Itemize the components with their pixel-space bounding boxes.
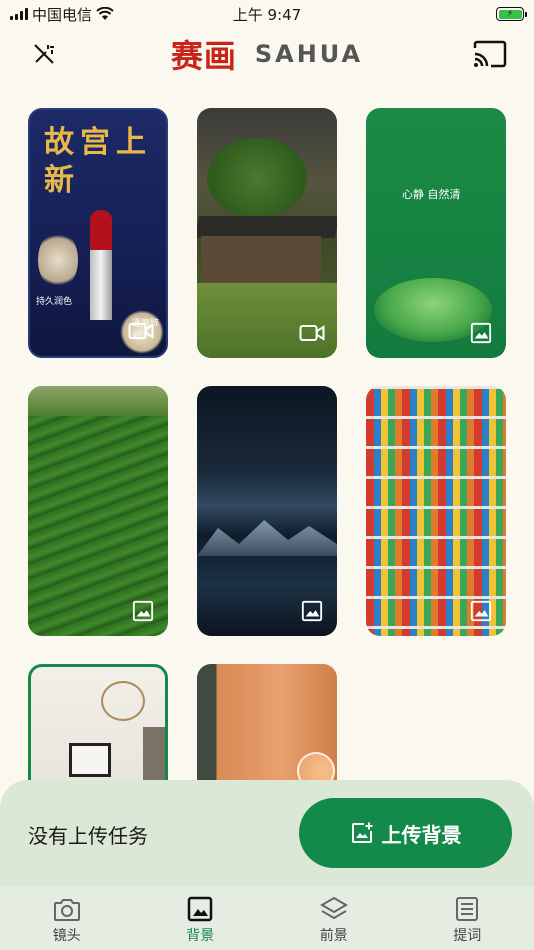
background-card[interactable] bbox=[28, 386, 168, 636]
tab-label: 镜头 bbox=[52, 928, 81, 944]
layers-icon bbox=[319, 896, 348, 920]
signal-icon bbox=[10, 8, 28, 20]
teleprompter-icon bbox=[456, 897, 479, 921]
add-image-icon bbox=[351, 822, 372, 843]
chandelier bbox=[101, 681, 145, 721]
image-icon bbox=[470, 600, 492, 622]
magic-wand-off-icon[interactable] bbox=[26, 36, 62, 72]
background-card[interactable] bbox=[197, 108, 337, 358]
tab-label: 提词 bbox=[453, 928, 482, 944]
tab-bar: 镜头 背景 前景 提词 bbox=[0, 886, 534, 950]
upload-sheet: 没有上传任务 上传背景 bbox=[0, 780, 534, 900]
wall-painting bbox=[69, 743, 111, 777]
camera-icon bbox=[53, 899, 80, 921]
flower-decoration bbox=[38, 230, 78, 290]
upload-button-label: 上传背景 bbox=[381, 822, 462, 847]
lipstick-illustration bbox=[90, 210, 112, 320]
background-card[interactable] bbox=[366, 386, 506, 636]
background-card[interactable]: 心静 自然清 bbox=[366, 108, 506, 358]
cast-icon[interactable] bbox=[472, 36, 508, 72]
tree-canopy bbox=[207, 138, 307, 218]
carrier-label: 中国电信 bbox=[32, 5, 93, 24]
upload-status-text: 没有上传任务 bbox=[28, 824, 148, 848]
tab-foreground[interactable]: 前景 bbox=[267, 886, 401, 950]
image-icon bbox=[132, 600, 154, 622]
wifi-icon bbox=[96, 7, 114, 20]
background-card[interactable] bbox=[197, 386, 337, 636]
house-roof bbox=[197, 216, 337, 238]
tab-camera[interactable]: 镜头 bbox=[0, 886, 134, 950]
tab-label: 背景 bbox=[186, 928, 215, 944]
tab-label: 前景 bbox=[319, 928, 348, 944]
header: 赛画 SAHUA bbox=[0, 30, 534, 78]
card-title: 心静 自然清 bbox=[402, 188, 461, 201]
tab-teleprompter[interactable]: 提词 bbox=[401, 886, 534, 950]
battery-icon: ⚡ bbox=[496, 7, 527, 21]
image-icon bbox=[470, 322, 492, 344]
video-icon bbox=[299, 325, 325, 341]
hill-sky bbox=[28, 386, 168, 416]
card-title: 故宫上新 bbox=[44, 125, 152, 198]
background-card[interactable]: 故宫上新 持久润色 逐丽醉彩 bbox=[28, 108, 168, 358]
upload-background-button[interactable]: 上传背景 bbox=[299, 798, 512, 868]
house-wall bbox=[201, 236, 321, 288]
tab-background[interactable]: 背景 bbox=[134, 886, 268, 950]
image-icon bbox=[301, 600, 323, 622]
video-icon bbox=[128, 323, 154, 339]
image-icon bbox=[188, 896, 213, 922]
mountain-range bbox=[197, 520, 337, 556]
status-left: 中国电信 bbox=[10, 4, 114, 25]
logo-cn: 赛画 bbox=[170, 37, 237, 75]
logo-en: SAHUA bbox=[254, 40, 364, 68]
card-caption-left: 持久润色 bbox=[36, 297, 73, 307]
grass-field bbox=[197, 283, 337, 358]
app-logo: 赛画 SAHUA bbox=[171, 31, 363, 77]
status-bar: 中国电信 上午 9:47 ⚡ bbox=[0, 0, 534, 28]
